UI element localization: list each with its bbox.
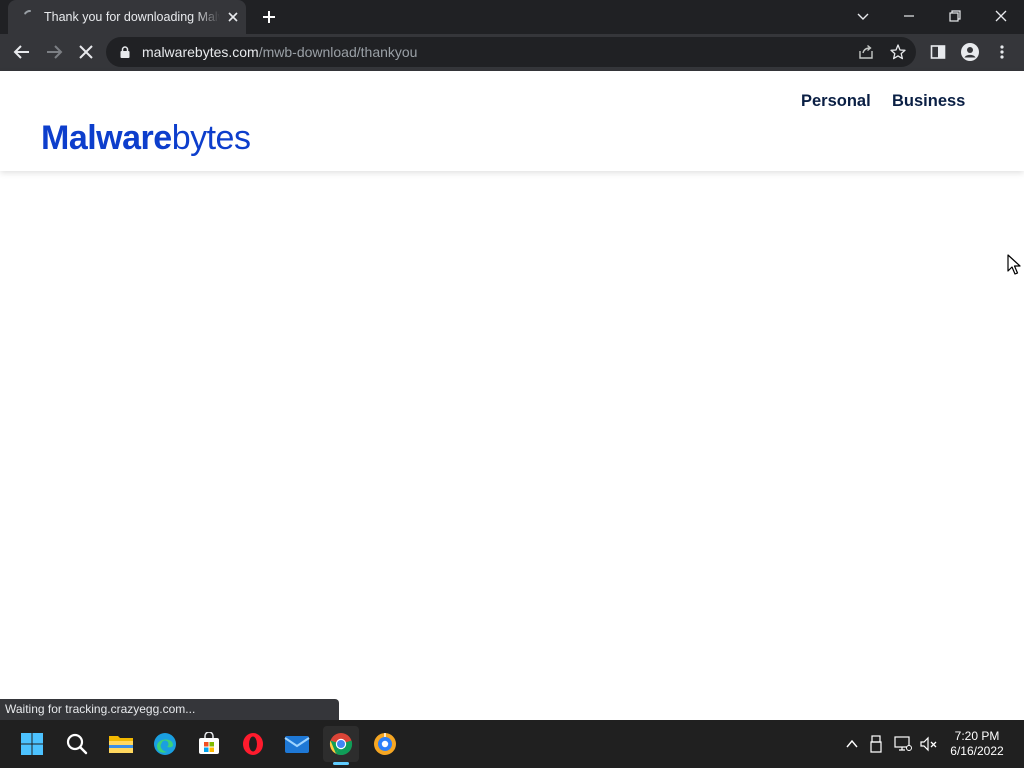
volume-muted-icon[interactable] [920, 735, 938, 753]
network-icon[interactable] [894, 735, 912, 753]
url-host: malwarebytes.com [142, 44, 259, 60]
status-bubble: Waiting for tracking.crazyegg.com... [0, 699, 339, 720]
page-viewport: Malwarebytes Personal Business Waiting f… [0, 71, 1024, 720]
nav-link-business[interactable]: Business [892, 92, 965, 111]
forward-icon[interactable] [40, 38, 68, 66]
restore-icon[interactable] [932, 0, 978, 32]
close-window-icon[interactable] [978, 0, 1024, 32]
taskbar: 7:20 PM 6/16/2022 [0, 720, 1024, 768]
chevron-up-icon[interactable] [843, 735, 861, 753]
active-app-indicator [333, 762, 349, 765]
extra-browser-icon[interactable] [367, 726, 403, 762]
search-icon[interactable] [59, 726, 95, 762]
stop-loading-icon[interactable] [72, 38, 100, 66]
lock-icon[interactable] [118, 45, 132, 59]
file-explorer-icon[interactable] [103, 726, 139, 762]
new-tab-icon[interactable] [258, 6, 280, 28]
chrome-icon[interactable] [323, 726, 359, 762]
mail-icon[interactable] [279, 726, 315, 762]
malwarebytes-logo[interactable]: Malwarebytes [41, 118, 251, 158]
bookmark-star-icon[interactable] [888, 42, 908, 62]
browser-tabstrip: Thank you for downloading Malwarebytes [0, 0, 1024, 34]
mouse-cursor-icon [1007, 254, 1021, 276]
url-text[interactable]: malwarebytes.com/mwb-download/thankyou [142, 44, 417, 60]
minimize-icon[interactable] [886, 0, 932, 32]
taskbar-clock[interactable]: 7:20 PM 6/16/2022 [944, 729, 1010, 759]
url-path: /mwb-download/thankyou [258, 44, 418, 60]
logo-text: Malwarebytes [41, 119, 251, 157]
site-header: Malwarebytes Personal Business [0, 71, 1024, 171]
side-panel-icon[interactable] [924, 38, 952, 66]
start-icon[interactable] [14, 726, 50, 762]
menu-dots-icon[interactable] [988, 38, 1016, 66]
clock-date: 6/16/2022 [950, 744, 1004, 758]
tab-title: Thank you for downloading Malwarebytes [44, 9, 220, 25]
nav-link-personal[interactable]: Personal [801, 92, 871, 111]
logo-light-part: bytes [171, 119, 251, 157]
loading-spinner-icon [22, 9, 38, 25]
store-icon[interactable] [191, 726, 227, 762]
clock-time: 7:20 PM [954, 729, 1000, 743]
usb-icon[interactable] [867, 735, 885, 753]
profile-icon[interactable] [956, 38, 984, 66]
logo-bold-part: Malware [41, 119, 172, 157]
tab-search-icon[interactable] [840, 0, 886, 32]
opera-icon[interactable] [235, 726, 271, 762]
close-icon[interactable] [224, 8, 242, 26]
edge-icon[interactable] [147, 726, 183, 762]
browser-tab[interactable]: Thank you for downloading Malwarebytes [8, 0, 246, 34]
screen: Thank you for downloading Malwarebytes [0, 0, 1024, 768]
browser-toolbar: malwarebytes.com/mwb-download/thankyou [0, 34, 1024, 71]
share-icon[interactable] [856, 42, 876, 62]
back-icon[interactable] [8, 38, 36, 66]
address-bar[interactable]: malwarebytes.com/mwb-download/thankyou [106, 37, 916, 67]
